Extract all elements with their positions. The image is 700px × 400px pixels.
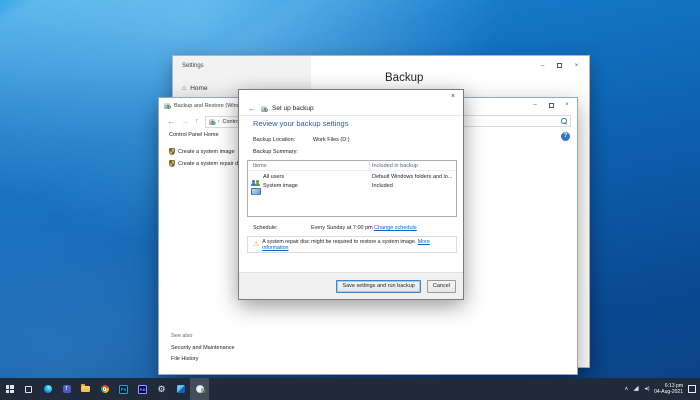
sidebar-item-home[interactable]: ⌂ Home (182, 85, 208, 92)
table-header-row: Items Included in backup (248, 161, 456, 171)
uac-shield-icon (169, 148, 175, 155)
setup-backup-dialog: × ← Set up backup Review your backup set… (238, 89, 464, 300)
backup-restore-icon (164, 103, 170, 109)
action-center-icon[interactable] (688, 385, 696, 393)
home-label: Home (190, 85, 207, 92)
taskbar-app-file-explorer[interactable] (76, 378, 95, 400)
dialog-title: Set up backup (272, 105, 314, 112)
warning-text: A system repair disc might be required t… (262, 239, 451, 251)
schedule-label: Schedule: (253, 225, 277, 231)
system-tray: ∧ ◢ ◄) 6:13 pm 04-Aug-2021 (624, 378, 696, 400)
setup-backup-icon (261, 106, 267, 112)
network-icon[interactable]: ◢ (633, 386, 638, 393)
search-input[interactable] (459, 115, 571, 127)
close-icon[interactable]: × (446, 91, 460, 101)
backup-location-label: Backup Location: (253, 137, 295, 143)
change-schedule-link[interactable]: Change schedule (374, 225, 417, 231)
task-view-button[interactable] (19, 378, 38, 400)
row-item-label: System image (263, 183, 298, 189)
sidebar-link-security-maintenance[interactable]: Security and Maintenance (171, 345, 235, 351)
breadcrumb-page-icon (209, 119, 215, 125)
sidebar-task-create-repair-disc[interactable]: Create a system repair disc (169, 160, 245, 167)
dialog-header: ← Set up backup (239, 102, 463, 116)
blue-app-icon (177, 385, 185, 393)
backup-summary-label: Backup Summary: (253, 149, 298, 155)
system-image-icon (251, 188, 259, 195)
uac-shield-icon (169, 160, 175, 167)
warning-banner: ⚠ A system repair disc might be required… (247, 236, 457, 253)
windows-logo-icon (6, 385, 14, 393)
taskbar-app-backup-restore-active[interactable] (190, 378, 209, 400)
taskbar-app-teams[interactable] (57, 378, 76, 400)
schedule-value: Every Sunday at 7:00 pm (311, 225, 373, 231)
maximize-icon[interactable] (543, 100, 559, 110)
photoshop-icon (119, 385, 128, 394)
row-included-value: Default Windows folders and lo... (372, 174, 452, 180)
minimize-icon[interactable]: – (534, 60, 551, 71)
taskbar-app-edge[interactable] (38, 378, 57, 400)
settings-page-title: Backup (385, 72, 423, 84)
backup-location-value: Work Files (D:) (313, 137, 350, 143)
chrome-icon (101, 385, 109, 393)
sidebar-task-create-system-image[interactable]: Create a system image (169, 148, 235, 155)
start-button[interactable] (0, 378, 19, 400)
dialog-footer: Save settings and run backup Cancel (239, 272, 463, 299)
cancel-button[interactable]: Cancel (427, 280, 456, 293)
edge-icon (44, 385, 52, 393)
close-icon[interactable]: × (559, 100, 575, 110)
minimize-icon[interactable]: – (527, 100, 543, 110)
task-view-icon (25, 386, 32, 393)
chevron-right-icon: › (218, 119, 220, 125)
gear-icon: ⚙ (157, 385, 165, 394)
forward-icon[interactable]: → (181, 118, 189, 126)
volume-icon[interactable]: ◄) (643, 386, 649, 392)
window-controls: – × (527, 100, 575, 110)
taskbar-app-settings[interactable]: ⚙ (152, 378, 171, 400)
see-also-heading: See also (171, 333, 192, 339)
up-icon[interactable]: ↑ (195, 118, 199, 125)
task-label: Create a system image (178, 149, 235, 155)
taskbar: ⚙ ∧ ◢ ◄) 6:13 pm 04-Aug-2021 (0, 378, 700, 400)
show-hidden-icons-chevron[interactable]: ∧ (624, 386, 628, 392)
clock-date: 04-Aug-2021 (654, 389, 683, 396)
home-icon: ⌂ (182, 85, 186, 92)
sidebar-item-control-panel-home[interactable]: Control Panel Home (169, 132, 219, 138)
file-explorer-icon (81, 386, 90, 393)
column-divider (369, 162, 370, 170)
maximize-icon[interactable] (551, 60, 568, 71)
taskbar-app-blue[interactable] (171, 378, 190, 400)
settings-window-controls: – × (534, 60, 585, 71)
row-item-label: All users (263, 174, 284, 180)
audition-icon (138, 385, 147, 394)
search-icon (561, 118, 567, 124)
help-icon[interactable]: ? (561, 132, 570, 141)
backup-restore-icon (195, 385, 204, 394)
sidebar-link-file-history[interactable]: File History (171, 356, 199, 362)
taskbar-app-audition[interactable] (133, 378, 152, 400)
desktop: Settings ⌂ Home Backup – × Backup and Re… (0, 0, 700, 400)
taskbar-clock[interactable]: 6:13 pm 04-Aug-2021 (654, 383, 683, 396)
backup-summary-table[interactable]: Items Included in backup All users Defau… (247, 160, 457, 217)
save-settings-run-backup-button[interactable]: Save settings and run backup (336, 280, 420, 293)
task-label: Create a system repair disc (178, 161, 245, 167)
page-title: Review your backup settings (253, 119, 348, 128)
dialog-titlebar[interactable]: × (239, 90, 463, 102)
taskbar-app-photoshop[interactable] (114, 378, 133, 400)
column-header-items[interactable]: Items (253, 163, 266, 169)
teams-icon (63, 385, 71, 393)
table-row[interactable]: All users Default Windows folders and lo… (248, 172, 456, 181)
warning-icon: ⚠ (253, 241, 259, 248)
back-icon[interactable]: ← (167, 118, 175, 126)
settings-window-title: Settings (182, 63, 204, 69)
row-included-value: Included (372, 183, 393, 189)
back-icon[interactable]: ← (248, 105, 256, 113)
table-row[interactable]: System image Included (248, 181, 456, 190)
close-icon[interactable]: × (568, 60, 585, 71)
column-header-included[interactable]: Included in backup (372, 163, 418, 169)
taskbar-app-chrome[interactable] (95, 378, 114, 400)
